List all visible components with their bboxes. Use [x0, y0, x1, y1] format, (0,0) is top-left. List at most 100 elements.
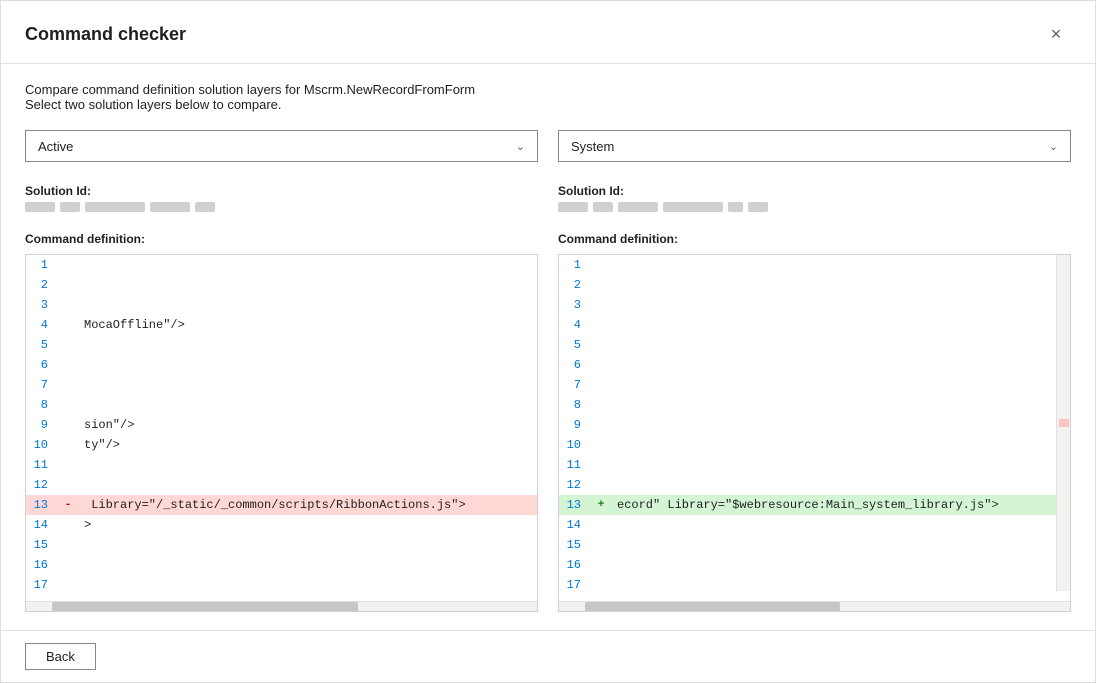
line-marker — [589, 415, 613, 435]
line-number: 4 — [559, 315, 589, 335]
table-row: 12 — [559, 475, 1070, 495]
line-number: 10 — [559, 435, 589, 455]
table-row: 12 — [26, 475, 537, 495]
line-number: 2 — [559, 275, 589, 295]
line-number: 10 — [26, 435, 56, 455]
line-code: ty"/> — [80, 435, 537, 455]
line-marker — [56, 475, 80, 495]
right-diff-panel-inner[interactable]: 12345678910111213+ecord" Library="$webre… — [559, 255, 1070, 601]
line-code — [80, 255, 537, 275]
line-marker — [589, 515, 613, 535]
table-row: 15 — [26, 535, 537, 555]
cmd-def-labels-row: Command definition: Command definition: — [25, 232, 1071, 250]
line-code — [613, 375, 1070, 395]
left-column-header: Active ⌄ — [25, 130, 538, 162]
table-row: 7 — [559, 375, 1070, 395]
line-number: 2 — [26, 275, 56, 295]
line-code: Library="/_static/_common/scripts/Ribbon… — [80, 495, 537, 515]
line-code — [613, 555, 1070, 575]
table-row: 4MocaOffline"/> — [26, 315, 537, 335]
line-marker — [589, 555, 613, 575]
description: Compare command definition solution laye… — [25, 82, 1071, 112]
line-marker — [56, 555, 80, 575]
left-diff-panel-inner[interactable]: 1234MocaOffline"/>56789sion"/>10ty"/>111… — [26, 255, 537, 601]
line-code — [80, 295, 537, 315]
table-row: 3 — [26, 295, 537, 315]
table-row: 11 — [26, 455, 537, 475]
line-marker — [56, 315, 80, 335]
line-code — [80, 395, 537, 415]
table-row: 10 — [559, 435, 1070, 455]
line-marker — [56, 355, 80, 375]
line-marker — [589, 355, 613, 375]
table-row: 1 — [26, 255, 537, 275]
id-block — [663, 202, 723, 212]
left-diff-panel[interactable]: 1234MocaOffline"/>56789sion"/>10ty"/>111… — [25, 254, 538, 612]
right-gutter — [1056, 255, 1070, 591]
left-dropdown[interactable]: Active ⌄ — [25, 130, 538, 162]
dialog-footer: Back — [1, 630, 1095, 682]
line-code — [613, 515, 1070, 535]
line-code — [80, 275, 537, 295]
right-dropdown-chevron-icon: ⌄ — [1049, 140, 1058, 153]
left-diff-table: 1234MocaOffline"/>56789sion"/>10ty"/>111… — [26, 255, 537, 595]
left-cmd-def-label: Command definition: — [25, 232, 538, 246]
left-cmd-def-label-col: Command definition: — [25, 232, 538, 250]
line-number: 1 — [26, 255, 56, 275]
dialog-body: Compare command definition solution laye… — [1, 64, 1095, 630]
dialog-header: Command checker × — [1, 1, 1095, 64]
table-row: 6 — [26, 355, 537, 375]
left-solution-id-label: Solution Id: — [25, 184, 538, 198]
right-diff-panel[interactable]: 12345678910111213+ecord" Library="$webre… — [558, 254, 1071, 612]
right-solution-id-value — [558, 202, 1071, 212]
table-row: 9 — [559, 415, 1070, 435]
line-number: 12 — [26, 475, 56, 495]
table-row: 5 — [26, 335, 537, 355]
line-marker — [589, 435, 613, 455]
line-marker — [589, 575, 613, 595]
line-number: 15 — [26, 535, 56, 555]
right-diff-table: 12345678910111213+ecord" Library="$webre… — [559, 255, 1070, 595]
line-marker — [589, 395, 613, 415]
line-number: 1 — [559, 255, 589, 275]
right-solution-id-label: Solution Id: — [558, 184, 1071, 198]
right-solution-id-section: Solution Id: — [558, 172, 1071, 222]
right-scroll-bottom[interactable] — [559, 601, 1070, 611]
id-block — [195, 202, 215, 212]
table-row: 9sion"/> — [26, 415, 537, 435]
table-row: 2 — [559, 275, 1070, 295]
line-number: 15 — [559, 535, 589, 555]
line-marker — [56, 335, 80, 355]
line-marker — [589, 475, 613, 495]
close-button[interactable]: × — [1041, 19, 1071, 49]
id-block — [593, 202, 613, 212]
line-number: 5 — [26, 335, 56, 355]
line-code — [613, 395, 1070, 415]
id-block — [748, 202, 768, 212]
line-marker — [589, 455, 613, 475]
right-dropdown[interactable]: System ⌄ — [558, 130, 1071, 162]
line-code — [613, 575, 1070, 595]
description-line2: Select two solution layers below to comp… — [25, 97, 1071, 112]
table-row: 5 — [559, 335, 1070, 355]
table-row: 2 — [26, 275, 537, 295]
line-marker — [56, 455, 80, 475]
line-marker — [589, 315, 613, 335]
left-scroll-bottom[interactable] — [26, 601, 537, 611]
table-row: 1 — [559, 255, 1070, 275]
left-solution-id-value — [25, 202, 538, 212]
line-code: ecord" Library="$webresource:Main_system… — [613, 495, 1070, 515]
line-code: sion"/> — [80, 415, 537, 435]
line-code — [80, 355, 537, 375]
line-number: 16 — [559, 555, 589, 575]
right-dropdown-value: System — [571, 139, 614, 154]
left-solution-id-section: Solution Id: — [25, 172, 538, 222]
line-marker — [56, 415, 80, 435]
back-button[interactable]: Back — [25, 643, 96, 670]
line-marker — [56, 535, 80, 555]
line-number: 9 — [559, 415, 589, 435]
line-number: 14 — [559, 515, 589, 535]
line-number: 17 — [26, 575, 56, 595]
line-code — [613, 415, 1070, 435]
line-code — [80, 455, 537, 475]
